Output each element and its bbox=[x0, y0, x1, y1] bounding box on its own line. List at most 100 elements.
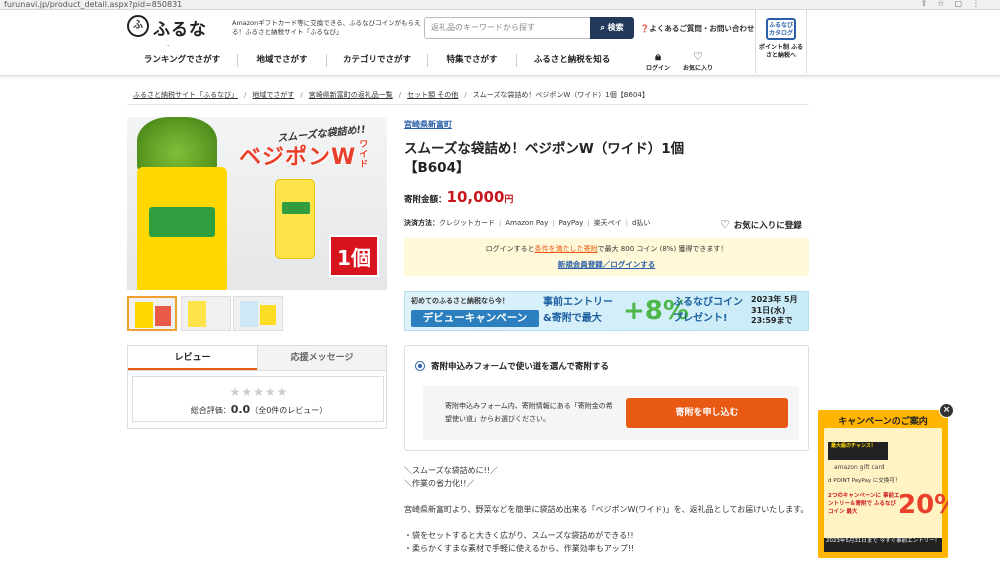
extensions-icon[interactable]: ▢ bbox=[954, 0, 972, 8]
image-title-main: ベジポンW bbox=[239, 145, 357, 170]
popup-body: 最大級のチャンス！ amazon gift card d POINT PayPa… bbox=[824, 428, 948, 552]
search-icon: ⌕ bbox=[600, 23, 608, 32]
main-nav: ランキングでさがす 地域でさがす カテゴリでさがす 特集でさがす ふるさと納税を… bbox=[0, 46, 1000, 76]
payment-method: 楽天ペイ bbox=[593, 219, 622, 227]
popup-footer: 2023年5月31日まで 今すぐ事前エントリー！ bbox=[824, 538, 942, 552]
catalog-label: ポイント制 ふるさと納税へ bbox=[758, 44, 804, 59]
question-icon: ❓ bbox=[640, 24, 650, 33]
banner-deadline: 2023年 5月31日(水) 23:59まで bbox=[751, 295, 798, 325]
review-tabs: レビュー 応援メッセージ bbox=[127, 345, 387, 371]
donation-form-box: 寄附申込みフォームで使い道を選んで寄附する 寄附申込みフォーム内、寄附情報にある… bbox=[404, 345, 809, 451]
favorite-label: お気に入りに登録 bbox=[733, 221, 802, 231]
share-icon[interactable]: ⇪ bbox=[921, 0, 938, 8]
coin-text-pre: ログインすると bbox=[485, 245, 535, 253]
popup-text-c: d POINT PayPay に交換可！ bbox=[828, 478, 901, 484]
product-description: ＼スムーズな袋詰めに!!／ ＼作業の省力化!!／ 宮崎県新富町より、野菜などを簡… bbox=[404, 466, 809, 553]
add-favorite-button[interactable]: ♡ お気に入りに登録 bbox=[720, 218, 802, 231]
tab-reviews[interactable]: レビュー bbox=[128, 346, 257, 370]
image-count-badge: 1個 bbox=[329, 235, 379, 277]
heart-icon: ♡ bbox=[720, 218, 734, 231]
breadcrumb-current: スムーズな袋詰め！ベジポンW（ワイド）1個【B604】 bbox=[472, 91, 649, 99]
site-logo[interactable]: ふ ふるなび bbox=[127, 15, 217, 65]
coin-info-text: ログインすると条件を満たした寄附で最大 800 コイン (8%) 獲得できます！ bbox=[404, 244, 809, 254]
url-text[interactable]: furunavi.jp/product_detail.aspx?pid=8508… bbox=[4, 0, 182, 9]
review-summary: ★★★★★ 総合評価：0.0（全0件のレビュー） bbox=[132, 376, 384, 422]
payment-method: d払い bbox=[631, 219, 651, 227]
price-label: 寄附金額： bbox=[404, 195, 447, 205]
payment-method: クレジットカード bbox=[439, 219, 495, 227]
favorites-label: お気に入り bbox=[682, 65, 713, 72]
browser-bar: furunavi.jp/product_detail.aspx?pid=8508… bbox=[0, 0, 1000, 10]
product-title: スムーズな袋詰め！ベジポンW（ワイド）1個【B604】 bbox=[404, 141, 685, 176]
campaign-popup[interactable]: キャンペーンのご案内 最大級のチャンス！ amazon gift card d … bbox=[818, 410, 948, 558]
payment-method: Amazon Pay bbox=[505, 219, 549, 227]
popup-text-d: 2つのキャンペーンに 事前エントリー＆寄附で ふるなびコイン 最大 bbox=[828, 493, 900, 515]
rating-stars: ★★★★★ bbox=[229, 385, 289, 399]
area-link[interactable]: 宮崎県新富町 bbox=[404, 119, 452, 130]
form-option-label[interactable]: 寄附申込みフォームで使い道を選んで寄附する bbox=[431, 360, 609, 372]
nav-item-category[interactable]: カテゴリでさがす bbox=[327, 46, 427, 75]
thumbnail-3[interactable] bbox=[233, 296, 283, 331]
banner-text-c: 事前エントリー &寄附で最大 bbox=[543, 297, 613, 324]
register-login-link[interactable]: 新規会員登録／ログインする bbox=[404, 259, 809, 270]
heart-icon: ♡ bbox=[693, 50, 703, 63]
faq-link[interactable]: ❓よくあるご質問・お問い合わせ bbox=[640, 23, 754, 34]
faq-label: よくあるご質問・お問い合わせ bbox=[649, 24, 755, 33]
logo-mark: ふ bbox=[127, 15, 149, 37]
lock-icon: 🔒︎ bbox=[655, 50, 661, 63]
login-label: ログイン bbox=[645, 65, 670, 72]
price-value: 10,000 bbox=[446, 188, 505, 206]
thumbnail-2[interactable] bbox=[181, 296, 231, 331]
coin-info-box: ログインすると条件を満たした寄附で最大 800 コイン (8%) 獲得できます！… bbox=[404, 238, 809, 276]
breadcrumb-town[interactable]: 宮崎県新富町の返礼品一覧 bbox=[309, 91, 393, 99]
tab-messages[interactable]: 応援メッセージ bbox=[257, 346, 386, 370]
price-unit: 円 bbox=[504, 195, 514, 205]
breadcrumb-region[interactable]: 地域でさがす bbox=[252, 91, 294, 99]
popup-text-a: 最大級のチャンス！ bbox=[828, 442, 888, 460]
search-button[interactable]: ⌕ 検索 bbox=[590, 17, 634, 39]
favorites-button[interactable]: ♡ お気に入り bbox=[678, 50, 718, 72]
form-option-panel: 寄附申込みフォーム内、寄附情報にある「寄附金の希望使い道」からお選びください。 … bbox=[423, 386, 799, 440]
payment-method: PayPay bbox=[558, 219, 584, 227]
donate-button[interactable]: 寄附を申し込む bbox=[626, 398, 788, 428]
divider bbox=[127, 104, 809, 105]
payment-methods: 決済方法：クレジットカード | Amazon Pay | PayPay | 楽天ペイ | d払い bbox=[404, 219, 651, 227]
nav-item-feature[interactable]: 特集でさがす bbox=[428, 46, 516, 75]
coin-text-post: で最大 800 コイン (8%) 獲得できます！ bbox=[597, 245, 728, 253]
bag-graphic bbox=[137, 167, 227, 290]
bookmark-icon[interactable]: ☆ bbox=[937, 0, 954, 8]
search-button-label: 検索 bbox=[607, 23, 624, 32]
image-title: ベジポンWワイド bbox=[239, 139, 369, 171]
catalog-link[interactable]: ふるなび カタログ ポイント制 ふるさと納税へ bbox=[755, 10, 807, 74]
payment-label: 決済方法： bbox=[404, 219, 439, 227]
banner-text-b: デビューキャンペーン bbox=[411, 310, 539, 327]
form-option-radio[interactable] bbox=[415, 361, 425, 371]
menu-icon[interactable]: ⋮ bbox=[972, 0, 990, 8]
nav-item-ranking[interactable]: ランキングでさがす bbox=[127, 46, 237, 75]
breadcrumb: ふるさと納税サイト「ふるなび」 / 地域でさがす / 宮崎県新富町の返礼品一覧 / セット類… bbox=[133, 91, 649, 99]
search-input[interactable]: 返礼品のキーワードから探す bbox=[424, 17, 590, 39]
price: 寄附金額：10,000円 bbox=[404, 188, 513, 206]
bag-graphic-small bbox=[275, 179, 315, 259]
popup-title: キャンペーンのご案内 bbox=[838, 417, 928, 427]
campaign-banner[interactable]: 初めてのふるさと納税なら今！ デビューキャンペーン 事前エントリー &寄附で最大… bbox=[404, 291, 809, 331]
product-main-image[interactable]: スムーズな袋詰め!! ベジポンWワイド 1個 bbox=[127, 117, 387, 290]
image-title-sub: ワイド bbox=[357, 139, 368, 169]
breadcrumb-home[interactable]: ふるさと納税サイト「ふるなび」 bbox=[133, 91, 238, 99]
close-icon[interactable]: × bbox=[939, 403, 954, 418]
breadcrumb-category[interactable]: セット類 その他 bbox=[407, 91, 458, 99]
rating-count: （全0件のレビュー） bbox=[250, 406, 328, 415]
banner-text-a: 初めてのふるさと納税なら今！ bbox=[411, 297, 509, 305]
rating-summary: 総合評価：0.0（全0件のレビュー） bbox=[133, 403, 385, 416]
nav-item-region[interactable]: 地域でさがす bbox=[238, 46, 326, 75]
banner-text-d: ふるなびコイン プレゼント! bbox=[673, 297, 743, 324]
popup-text-b: amazon gift card bbox=[834, 464, 885, 471]
thumbnail-1[interactable] bbox=[127, 296, 177, 331]
login-button[interactable]: 🔒︎ ログイン bbox=[638, 50, 678, 72]
rating-value: 0.0 bbox=[230, 403, 251, 416]
coin-conditions-link[interactable]: 条件を満たした寄附 bbox=[535, 245, 598, 253]
site-tagline: Amazonギフトカード等に交換できる、ふるなびコインがもらえる！ふるさと納税サ… bbox=[232, 19, 421, 36]
site-header: ふ ふるなび Amazonギフトカード等に交換できる、ふるなびコインがもらえる！… bbox=[0, 10, 1000, 65]
catalog-icon: ふるなび カタログ bbox=[766, 18, 796, 40]
nav-item-about[interactable]: ふるさと納税を知る bbox=[517, 46, 627, 75]
